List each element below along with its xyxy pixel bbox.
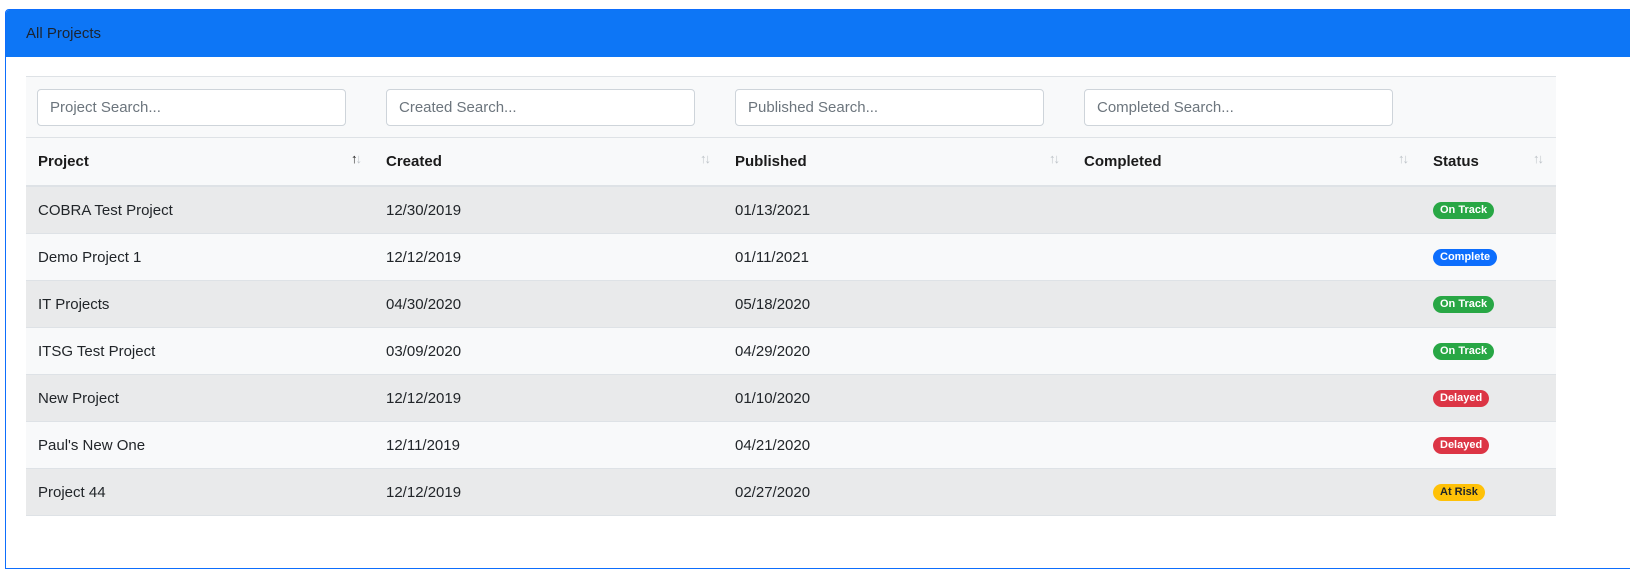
created-date-cell: 12/30/2019 [386,201,462,219]
sort-arrows-icon[interactable]: ↑↓ [700,151,711,166]
column-header-label: Published [735,153,807,170]
project-name-cell: ITSG Test Project [38,342,156,360]
status-badge: Delayed [1433,389,1490,407]
status-cell: On Track [1433,187,1495,233]
column-header-label: Project [38,153,89,170]
completed-search-input[interactable] [1084,89,1393,126]
column-header-label: Created [386,153,442,170]
table-header-row: Project ↑↓ Created ↑↓ Published ↑↓ Compl… [26,138,1556,187]
table-row[interactable]: IT Projects 04/30/2020 05/18/2020 On Tra… [26,281,1556,328]
published-date-cell: 02/27/2020 [735,483,811,501]
column-header-label: Completed [1084,153,1162,170]
sort-arrows-icon[interactable]: ↑↓ [1398,151,1409,166]
published-date-cell: 04/21/2020 [735,436,811,454]
published-date-cell: 04/29/2020 [735,342,811,360]
status-badge: On Track [1433,201,1495,219]
project-name-cell: Paul's New One [38,436,146,454]
published-date-cell: 01/10/2020 [735,389,811,407]
status-cell: Delayed [1433,375,1490,421]
sort-arrows-icon[interactable]: ↑↓ [1049,151,1060,166]
card-title: All Projects [26,25,102,42]
table-row[interactable]: COBRA Test Project 12/30/2019 01/13/2021… [26,187,1556,234]
status-cell: Complete [1433,234,1498,280]
published-date-cell: 01/13/2021 [735,201,811,219]
card-header: All Projects [6,10,1630,57]
column-header-status[interactable]: Status [1433,138,1479,185]
status-badge: On Track [1433,342,1495,360]
created-search-input[interactable] [386,89,695,126]
table-row[interactable]: Paul's New One 12/11/2019 04/21/2020 Del… [26,422,1556,469]
project-name-cell: Demo Project 1 [38,248,142,266]
project-name-cell: COBRA Test Project [38,201,173,219]
created-date-cell: 12/11/2019 [386,436,460,454]
status-badge: Delayed [1433,436,1490,454]
project-name-cell: Project 44 [38,483,106,501]
created-date-cell: 12/12/2019 [386,389,462,407]
created-date-cell: 12/12/2019 [386,483,462,501]
status-badge: On Track [1433,295,1495,313]
sort-arrows-icon[interactable]: ↑↓ [351,151,362,166]
sort-arrows-icon[interactable]: ↑↓ [1533,151,1544,166]
column-header-project[interactable]: Project [38,138,89,185]
column-header-published[interactable]: Published [735,138,807,185]
projects-table: Project ↑↓ Created ↑↓ Published ↑↓ Compl… [26,76,1556,516]
column-header-label: Status [1433,153,1479,170]
status-cell: At Risk [1433,469,1485,515]
table-row[interactable]: New Project 12/12/2019 01/10/2020 Delaye… [26,375,1556,422]
status-cell: On Track [1433,328,1495,374]
table-row[interactable]: ITSG Test Project 03/09/2020 04/29/2020 … [26,328,1556,375]
status-cell: Delayed [1433,422,1490,468]
published-date-cell: 01/11/2021 [735,248,809,266]
projects-card: All Projects Project ↑↓ Created ↑↓ Publi… [5,9,1630,569]
project-name-cell: New Project [38,389,119,407]
table-row[interactable]: Demo Project 1 12/12/2019 01/11/2021 Com… [26,234,1556,281]
project-name-cell: IT Projects [38,295,110,313]
column-header-created[interactable]: Created [386,138,442,185]
created-date-cell: 12/12/2019 [386,248,462,266]
published-search-input[interactable] [735,89,1044,126]
status-badge: Complete [1433,248,1498,266]
table-row[interactable]: Project 44 12/12/2019 02/27/2020 At Risk [26,469,1556,516]
created-date-cell: 04/30/2020 [386,295,462,313]
project-search-input[interactable] [37,89,346,126]
filter-row [26,77,1556,138]
status-badge: At Risk [1433,483,1485,501]
column-header-completed[interactable]: Completed [1084,138,1162,185]
created-date-cell: 03/09/2020 [386,342,462,360]
status-cell: On Track [1433,281,1495,327]
published-date-cell: 05/18/2020 [735,295,811,313]
